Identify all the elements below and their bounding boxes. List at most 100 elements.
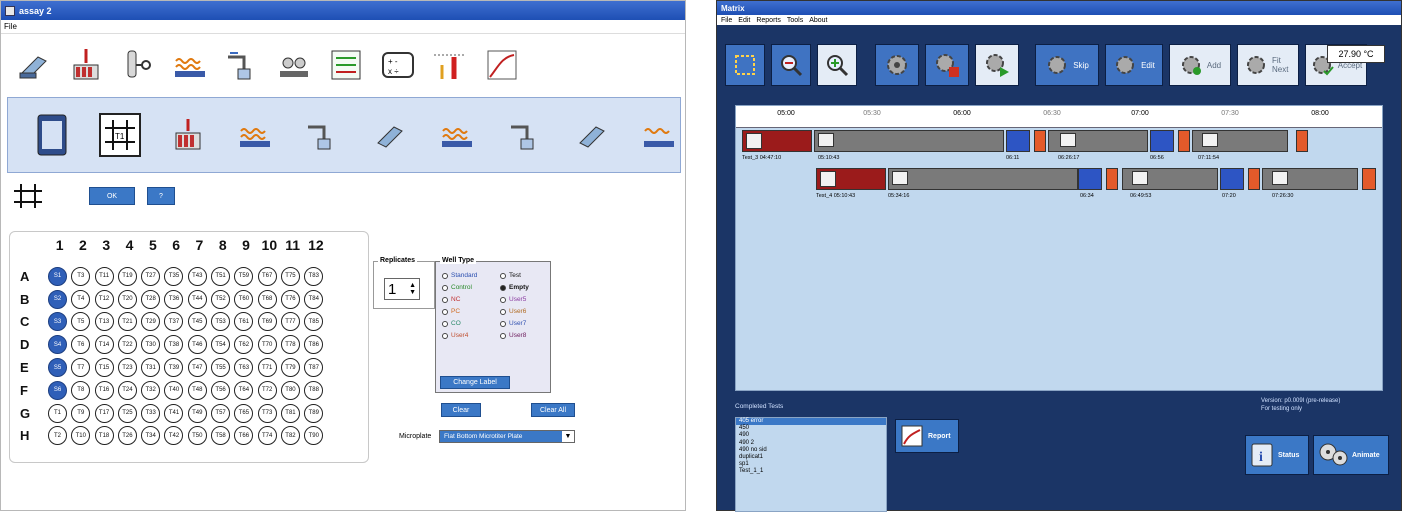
well[interactable]: S6 (48, 380, 67, 400)
tube-key-icon[interactable] (119, 46, 157, 84)
well[interactable]: T26 (117, 426, 137, 446)
zoom-out-button[interactable] (771, 44, 811, 86)
well[interactable]: T13 (94, 312, 114, 332)
clear-button[interactable]: Clear (441, 403, 481, 417)
well[interactable]: T10 (71, 426, 91, 446)
step-incubate-icon[interactable] (234, 113, 275, 157)
well[interactable]: S2 (48, 289, 67, 309)
select-all-button[interactable] (725, 44, 765, 86)
spinner-arrows-icon[interactable]: ▲ ▼ (409, 282, 416, 296)
well[interactable]: T90 (304, 426, 324, 446)
well[interactable]: T11 (94, 266, 114, 286)
radio-icon[interactable] (442, 332, 448, 339)
well[interactable]: T35 (164, 266, 184, 286)
well[interactable]: T20 (117, 289, 137, 309)
well[interactable]: T69 (257, 312, 277, 332)
well[interactable]: T29 (141, 312, 161, 332)
radio-icon[interactable] (442, 308, 448, 315)
step-read-2-icon[interactable] (571, 113, 612, 157)
well[interactable]: T72 (257, 380, 277, 400)
menu-reports[interactable]: Reports (756, 17, 781, 24)
radio-icon[interactable] (442, 284, 448, 291)
well[interactable]: T59 (234, 266, 254, 286)
test4-incubate-block[interactable] (888, 168, 1078, 190)
well[interactable]: T8 (71, 380, 91, 400)
well[interactable]: T37 (164, 312, 184, 332)
well[interactable]: T39 (164, 358, 184, 378)
add-button[interactable]: Add (1169, 44, 1231, 86)
well[interactable]: T56 (211, 380, 231, 400)
well[interactable]: T38 (164, 335, 184, 355)
well-type-option[interactable]: PC (442, 308, 500, 315)
well[interactable]: T63 (234, 358, 254, 378)
step-plate-layout-icon[interactable]: T1 (99, 113, 141, 157)
status-button[interactable]: i Status (1245, 435, 1309, 475)
dispense-icon[interactable] (67, 46, 105, 84)
well[interactable]: T41 (164, 403, 184, 423)
well[interactable]: T49 (187, 403, 207, 423)
test4-read-block[interactable] (1106, 168, 1118, 190)
well[interactable]: T58 (211, 426, 231, 446)
radio-icon[interactable] (500, 296, 506, 303)
list-item[interactable]: duplicat1 (736, 454, 886, 461)
radio-icon[interactable] (500, 332, 506, 339)
well[interactable]: T3 (71, 266, 91, 286)
well-type-option[interactable]: NC (442, 296, 500, 303)
test3-incubate-block[interactable] (814, 130, 1004, 152)
well[interactable]: T5 (71, 312, 91, 332)
well[interactable]: T19 (117, 266, 137, 286)
well[interactable]: T1 (48, 403, 67, 423)
step-title-icon[interactable] (32, 113, 73, 157)
list-item[interactable]: 490 2 (736, 440, 886, 447)
well[interactable]: T14 (94, 335, 114, 355)
step-incubate-2-icon[interactable] (436, 113, 477, 157)
well[interactable]: T30 (141, 335, 161, 355)
well[interactable]: T33 (141, 403, 161, 423)
radio-icon[interactable] (442, 320, 448, 327)
well[interactable]: T32 (141, 380, 161, 400)
report-button[interactable]: Report (895, 419, 959, 453)
well[interactable]: T70 (257, 335, 277, 355)
plate-reader-icon[interactable] (15, 46, 53, 84)
well[interactable]: T46 (187, 335, 207, 355)
animate-button[interactable]: Animate (1313, 435, 1389, 475)
well[interactable]: T50 (187, 426, 207, 446)
step-read-icon[interactable] (369, 113, 410, 157)
well[interactable]: T79 (280, 358, 300, 378)
list-item[interactable]: 490 (736, 432, 886, 439)
well[interactable]: T88 (304, 380, 324, 400)
well[interactable]: T21 (117, 312, 137, 332)
well[interactable]: T36 (164, 289, 184, 309)
well[interactable]: T74 (257, 426, 277, 446)
well[interactable]: T84 (304, 289, 324, 309)
well[interactable]: S5 (48, 358, 67, 378)
well-type-option[interactable]: Empty (500, 284, 552, 291)
wash-icon[interactable] (223, 46, 261, 84)
test3-wash2-block[interactable] (1150, 130, 1174, 152)
well-type-option[interactable]: Control (442, 284, 500, 291)
well[interactable]: S1 (48, 266, 67, 286)
well[interactable]: T61 (234, 312, 254, 332)
well-type-option[interactable]: User8 (500, 332, 552, 339)
completed-tests-list[interactable]: 405 error 450 490 490 2 490 no sid duplicat1 s… (735, 417, 887, 512)
test3-read3-block[interactable] (1296, 130, 1308, 152)
radio-icon[interactable] (442, 272, 448, 279)
ok-button[interactable]: OK (89, 187, 135, 205)
test4-wash2-block[interactable] (1220, 168, 1244, 190)
well[interactable]: T43 (187, 266, 207, 286)
well[interactable]: T65 (234, 403, 254, 423)
microplate-select[interactable]: Flat Bottom Microtiter Plate ▼ (439, 430, 575, 443)
well[interactable]: T67 (257, 266, 277, 286)
dropdown-arrow-icon[interactable]: ▼ (562, 433, 574, 440)
menu-file[interactable]: File (721, 17, 732, 24)
threshold-icon[interactable] (431, 46, 469, 84)
well[interactable]: T73 (257, 403, 277, 423)
edit-button[interactable]: Edit (1105, 44, 1163, 86)
well[interactable]: T28 (141, 289, 161, 309)
well[interactable]: T18 (94, 426, 114, 446)
well[interactable]: T31 (141, 358, 161, 378)
well[interactable]: S4 (48, 335, 67, 355)
well[interactable]: T23 (117, 358, 137, 378)
well[interactable]: T68 (257, 289, 277, 309)
list-item[interactable]: sp1 (736, 461, 886, 468)
